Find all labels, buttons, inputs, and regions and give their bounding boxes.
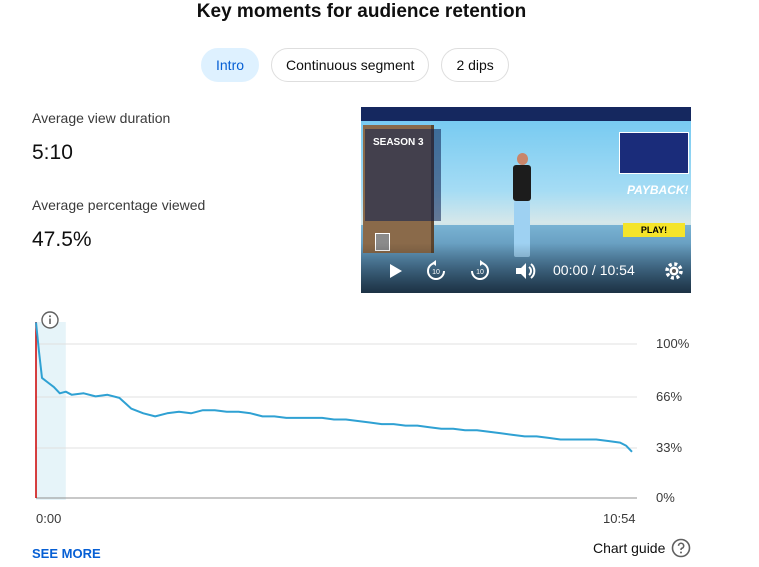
video-timecode: 00:00 / 10:54 [553, 262, 635, 278]
tab-intro[interactable]: Intro [201, 48, 260, 82]
play-icon[interactable] [381, 257, 409, 285]
see-more-link[interactable]: SEE MORE [32, 546, 101, 561]
forward-10-icon[interactable]: 10 [466, 257, 494, 285]
video-preview[interactable]: SEASON 3 PAYBACK! PLAY! 10 10 00:00 / 10… [361, 107, 691, 293]
page-title: Key moments for audience retention [196, 1, 527, 22]
y-tick-0: 0% [656, 490, 675, 505]
x-tick-end: 10:54 [603, 511, 636, 526]
tab-continuous-segment[interactable]: Continuous segment [271, 48, 430, 82]
info-icon[interactable] [41, 311, 59, 329]
x-tick-start: 0:00 [36, 511, 62, 526]
game-banner: PAYBACK! [627, 183, 689, 197]
intro-highlight-band [36, 322, 66, 500]
game-play-button: PLAY! [623, 223, 685, 237]
svg-text:10: 10 [432, 269, 440, 276]
retention-line [35, 322, 633, 453]
y-tick-66: 66% [656, 389, 683, 404]
avg-view-duration-label: Average view duration [32, 110, 171, 126]
game-side-card [619, 132, 689, 174]
y-tick-33: 33% [656, 440, 683, 455]
avg-percentage-viewed-value: 47.5% [32, 228, 92, 251]
chart-guide-button[interactable]: Chart guide [593, 538, 691, 558]
retention-chart-svg [35, 322, 637, 500]
avg-percentage-viewed-label: Average percentage viewed [32, 197, 206, 213]
volume-icon[interactable] [511, 257, 539, 285]
replay-10-icon[interactable]: 10 [422, 257, 450, 285]
settings-gear-icon[interactable] [660, 257, 688, 285]
help-icon [672, 538, 691, 558]
y-tick-100: 100% [656, 336, 690, 351]
tab-2-dips[interactable]: 2 dips [441, 48, 509, 82]
svg-text:10: 10 [476, 269, 484, 276]
game-top-bar [361, 107, 691, 121]
chart-guide-label: Chart guide [593, 540, 666, 556]
game-season-label: SEASON 3 [373, 137, 424, 148]
avg-view-duration-value: 5:10 [32, 141, 73, 164]
key-moment-tabs: Intro Continuous segment 2 dips [201, 48, 509, 82]
retention-chart [0, 300, 759, 520]
video-controls: 10 10 00:00 / 10:54 [361, 257, 691, 285]
